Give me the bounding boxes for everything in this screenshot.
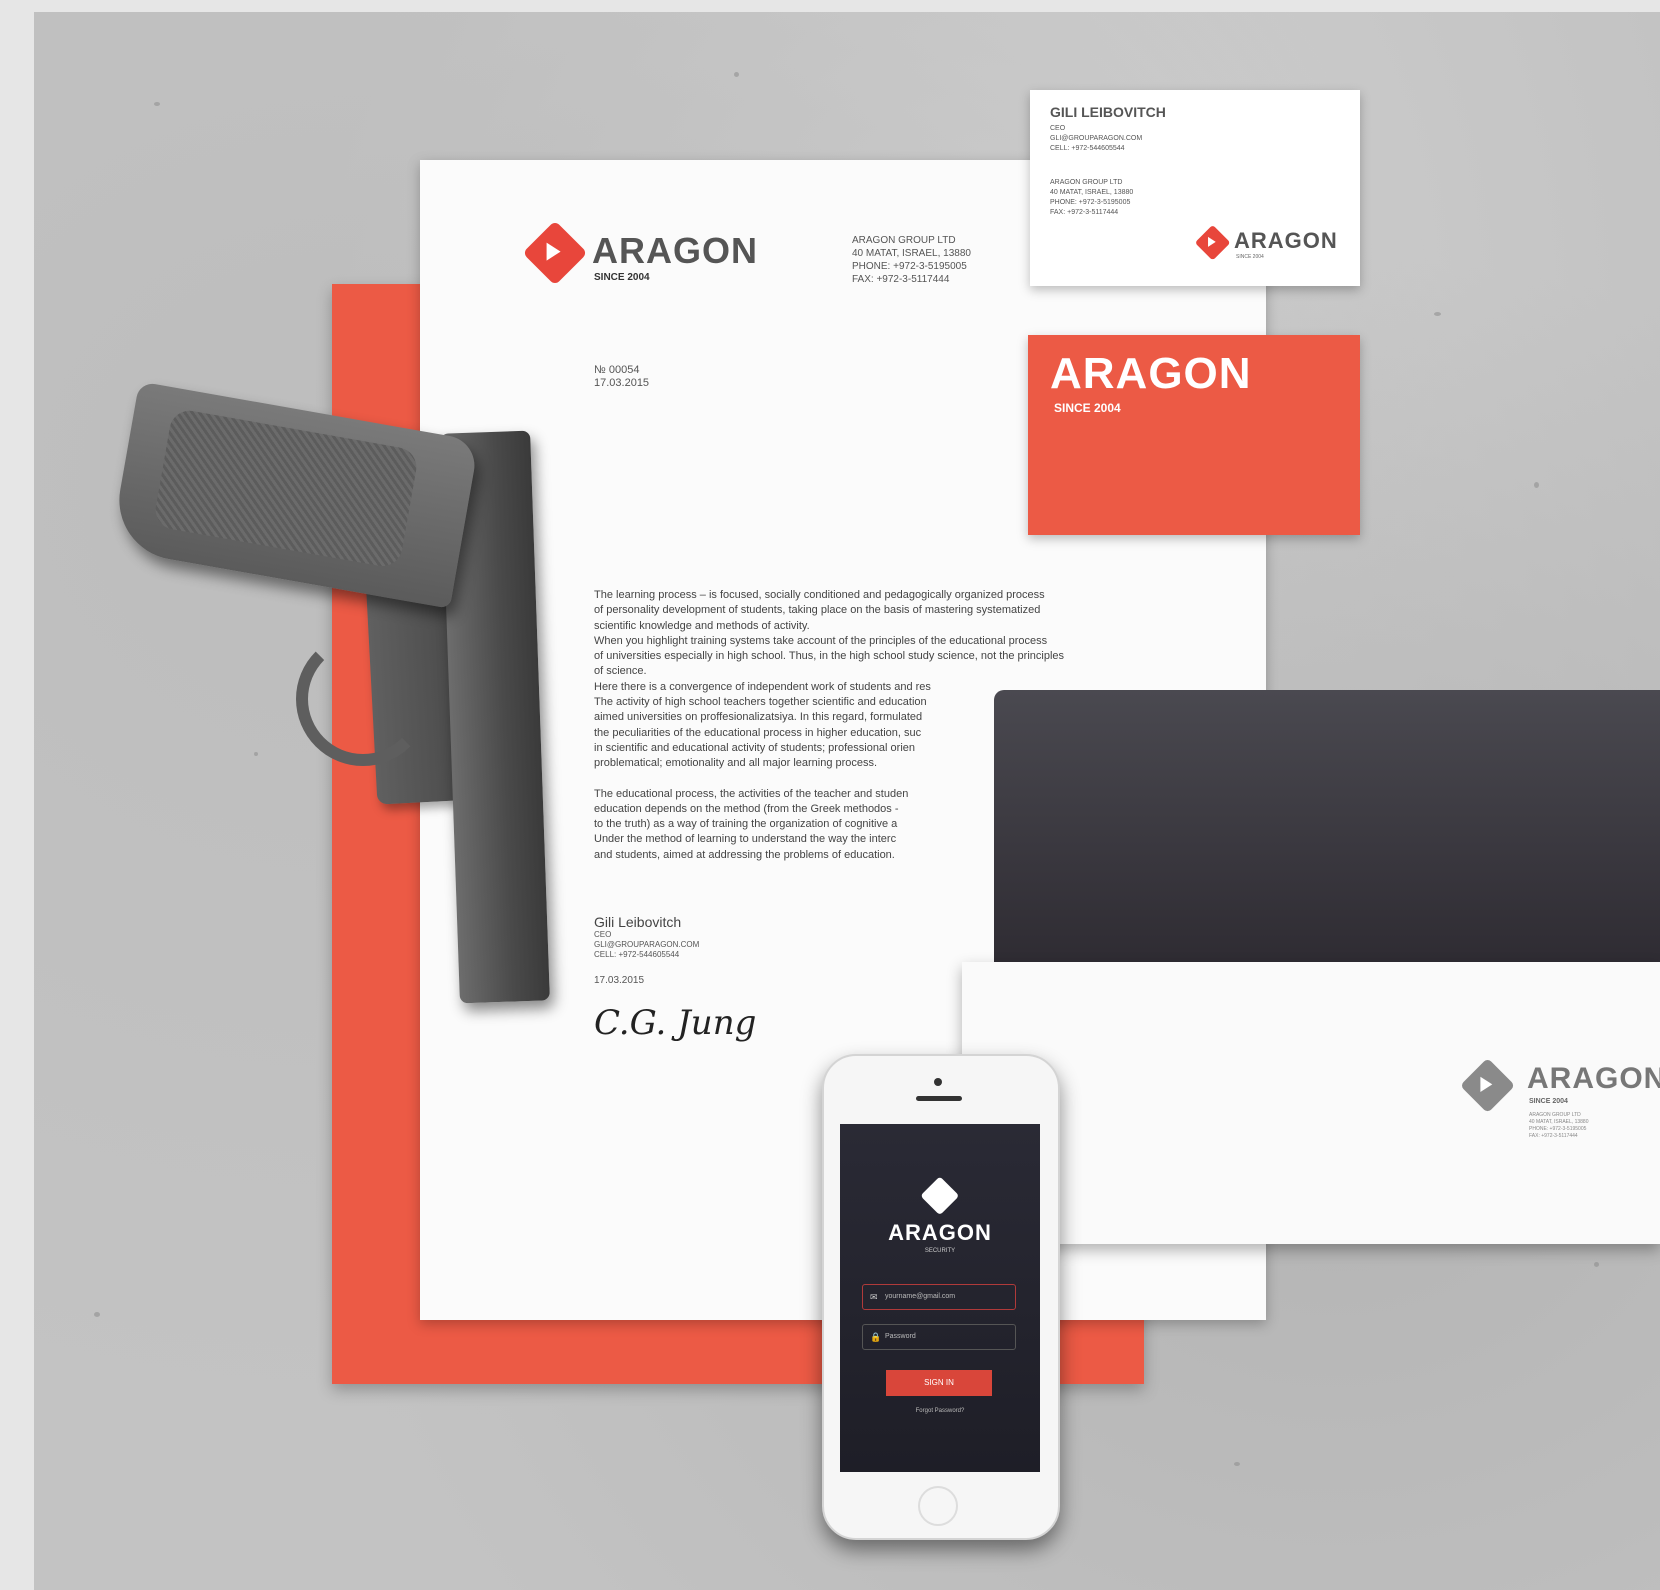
letter-signature-block: Gili Leibovitch CEO GLI@GROUPARAGON.COM … [594, 914, 756, 1043]
texture-speck [1234, 1462, 1240, 1466]
phone-screen: ARAGON SECURITY ✉ yourname@gmail.com 🔒 P… [840, 1124, 1040, 1472]
lock-icon: 🔒 [870, 1332, 882, 1342]
pistol-grip-texture [152, 407, 420, 570]
texture-speck [154, 102, 160, 106]
app-subtitle: SECURITY [924, 1248, 956, 1254]
handwritten-signature: C.G. Jung [594, 1003, 757, 1043]
card-email: GLI@GROUPARAGON.COM [1050, 135, 1143, 142]
signer-email: GLI@GROUPARAGON.COM [594, 940, 700, 949]
envelope-address: ARAGON GROUP LTD 40 MATAT, ISRAEL, 13880… [1529, 1112, 1588, 1140]
home-button[interactable] [918, 1486, 958, 1526]
body-line: of personality development of students, … [594, 604, 1041, 617]
company-line: 40 MATAT, ISRAEL, 13880 [1050, 189, 1134, 196]
letterhead-company-block: ARAGON GROUP LTD 40 MATAT, ISRAEL, 13880… [852, 234, 971, 286]
body-line: of universities especially in high schoo… [594, 650, 1065, 663]
phone-camera [934, 1078, 942, 1086]
mail-icon: ✉ [870, 1292, 878, 1302]
letterhead-logo [522, 220, 588, 286]
aragon-logo-icon [1459, 1057, 1516, 1114]
sign-date: 17.03.2015 [594, 975, 645, 986]
signer-name: Gili Leibovitch [594, 914, 682, 930]
password-placeholder: Password [885, 1333, 916, 1340]
texture-speck [1594, 1262, 1599, 1267]
concrete-background: ARAGON SINCE 2004 ARAGON GROUP LTD 40 MA… [34, 12, 1660, 1590]
address-line: PHONE: +972-3-5195005 [1529, 1126, 1587, 1132]
forgot-password-link[interactable]: Forgot Password? [840, 1408, 1040, 1414]
aragon-logo-icon [522, 220, 588, 286]
email-placeholder: yourname@gmail.com [885, 1293, 956, 1300]
body-line: When you highlight training systems take… [594, 634, 1048, 647]
envelope-wordmark: ARAGON [1527, 1062, 1660, 1095]
envelope-flap [994, 690, 1660, 970]
aragon-logo-icon [1194, 224, 1231, 261]
smartphone: ARAGON SECURITY ✉ yourname@gmail.com 🔒 P… [822, 1054, 1060, 1540]
letter-reference: № 00054 17.03.2015 [594, 364, 649, 390]
card-wordmark: ARAGON [1234, 228, 1338, 253]
body-line: of science. [594, 665, 647, 678]
app-logo [920, 1176, 960, 1216]
card-title: CEO [1050, 125, 1066, 132]
business-card-front: GILI LEIBOVITCH CEO GLI@GROUPARAGON.COM … [1030, 90, 1360, 286]
card-company: ARAGON GROUP LTD 40 MATAT, ISRAEL, 13880… [1050, 178, 1133, 218]
card-cell: CELL: +972-544605544 [1050, 145, 1125, 152]
company-line: FAX: +972-3-5117444 [1050, 209, 1119, 216]
signer-cell: CELL: +972-544605544 [594, 950, 680, 959]
company-line: ARAGON GROUP LTD [852, 235, 956, 246]
address-line: FAX: +972-3-5117444 [1529, 1133, 1578, 1139]
card-back-since: SINCE 2004 [1054, 401, 1121, 415]
email-field[interactable]: ✉ yourname@gmail.com [862, 1284, 1016, 1310]
card-since: SINCE 2004 [1236, 254, 1264, 260]
company-line: ARAGON GROUP LTD [1050, 179, 1123, 186]
company-line: FAX: +972-3-5117444 [852, 274, 950, 285]
company-line: 40 MATAT, ISRAEL, 13880 [852, 248, 971, 259]
texture-speck [734, 72, 739, 77]
card-person-name: GILI LEIBOVITCH [1050, 104, 1166, 120]
texture-speck [94, 1312, 100, 1317]
card-contact: CEO GLI@GROUPARAGON.COM CELL: +972-54460… [1050, 124, 1142, 154]
letter-number: № 00054 [594, 364, 640, 376]
letterhead-since: SINCE 2004 [594, 272, 650, 283]
texture-speck [254, 752, 258, 756]
signer-title: CEO [594, 930, 612, 939]
envelope-logo [1459, 1057, 1516, 1114]
letter-date: 17.03.2015 [594, 377, 650, 389]
body-line: scientific knowledge and methods of acti… [594, 619, 810, 632]
envelope-body: ARAGON SINCE 2004 ARAGON GROUP LTD 40 MA… [962, 962, 1660, 1244]
card-logo [1194, 224, 1231, 261]
business-card-back: ARAGON SINCE 2004 [1028, 335, 1360, 535]
password-field[interactable]: 🔒 Password [862, 1324, 1016, 1350]
card-back-wordmark: ARAGON [1050, 349, 1252, 398]
company-line: PHONE: +972-3-5195005 [1050, 199, 1131, 206]
app-title: ARAGON [888, 1220, 992, 1245]
pistol-trigger-guard [296, 632, 430, 766]
body-line: The learning process – is focused, socia… [594, 589, 1045, 601]
phone-speaker [916, 1096, 962, 1101]
address-line: 40 MATAT, ISRAEL, 13880 [1529, 1119, 1589, 1125]
company-line: PHONE: +972-3-5195005 [852, 261, 967, 272]
address-line: ARAGON GROUP LTD [1529, 1112, 1581, 1118]
letterhead-wordmark: ARAGON [592, 230, 758, 271]
texture-speck [1534, 482, 1539, 488]
sign-in-button[interactable]: SIGN IN [886, 1370, 992, 1396]
aragon-logo-icon [920, 1176, 960, 1216]
texture-speck [1434, 312, 1441, 316]
envelope-since: SINCE 2004 [1529, 1098, 1568, 1105]
